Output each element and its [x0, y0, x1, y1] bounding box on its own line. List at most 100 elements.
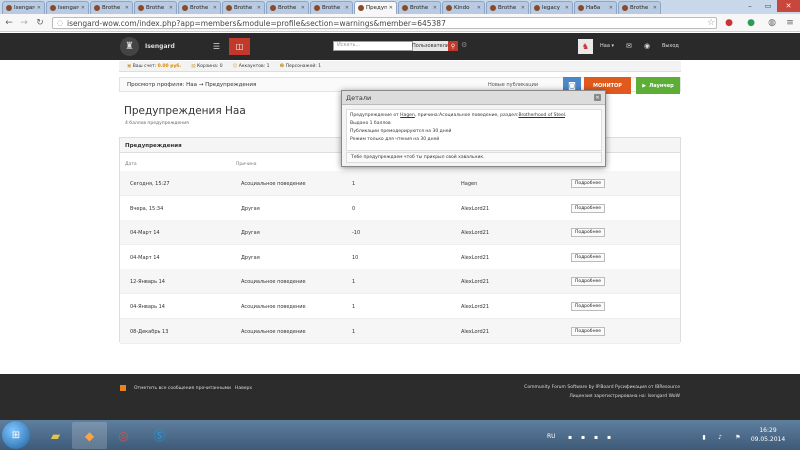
flag-icon[interactable]: ⚑ — [734, 433, 742, 441]
clock[interactable]: 16:29 09.05.2014 — [748, 426, 788, 444]
network-icon[interactable]: ▮ — [700, 433, 708, 441]
search-scope-select[interactable]: Пользователи — [412, 41, 449, 51]
list-icon[interactable]: ☰ — [206, 38, 227, 55]
close-tab-icon[interactable]: ✕ — [301, 5, 305, 11]
back-icon[interactable]: ← — [3, 16, 15, 30]
modal-text: Предупреждение от — [350, 113, 399, 118]
volume-icon[interactable]: ♪ — [716, 433, 724, 441]
details-button[interactable]: Подробнее — [571, 253, 605, 262]
browser-tab[interactable]: Brothe ✕ — [486, 1, 529, 14]
browser-tab[interactable]: Brothe ✕ — [178, 1, 221, 14]
close-tab-icon[interactable]: ✕ — [169, 5, 173, 11]
browser-tab[interactable]: Brothe ✕ — [134, 1, 177, 14]
site-logo[interactable]: ♜ — [120, 37, 139, 56]
star-icon[interactable]: ☆ — [705, 16, 717, 30]
close-tab-icon[interactable]: ✕ — [609, 5, 613, 11]
issuer-link[interactable]: Hagen — [400, 113, 415, 118]
tray-icon[interactable]: ▪ — [605, 433, 613, 441]
warning-issuer[interactable]: Hagen — [461, 181, 477, 187]
game-launcher-icon[interactable]: ◆ — [72, 422, 107, 449]
warning-issuer[interactable]: AlexLord21 — [461, 255, 489, 261]
extension-icon[interactable]: ◍ — [766, 16, 778, 30]
skype-icon[interactable]: Ⓢ — [142, 422, 177, 449]
browser-tab[interactable]: Предуп ✕ — [354, 1, 397, 14]
address-bar[interactable]: ◌ isengard-wow.com/index.php?app=members… — [52, 17, 717, 29]
browser-tab[interactable]: Kindo ✕ — [442, 1, 485, 14]
warning-reason: Асоциальное поведение — [241, 181, 306, 187]
warning-issuer[interactable]: AlexLord21 — [461, 206, 489, 212]
details-button[interactable]: Подробнее — [571, 277, 605, 286]
account-balance[interactable]: ▣ Ваш счет: 0.00 руб. — [127, 64, 181, 69]
warning-issuer[interactable]: AlexLord21 — [461, 230, 489, 236]
extension-icon[interactable]: ● — [723, 16, 735, 30]
close-window-icon[interactable]: ✕ — [777, 0, 800, 12]
start-button[interactable]: ⊞ — [2, 421, 30, 449]
messages-icon[interactable]: ✉ — [626, 42, 632, 50]
modal-line-premod: Публикации премодерируются на 30 дней — [350, 129, 452, 134]
accounts-link[interactable]: ☺ Аккаунтов: 1 — [233, 64, 270, 69]
close-tab-icon[interactable]: ✕ — [433, 5, 437, 11]
mark-read-link[interactable]: Отметить все сообщения прочитанными — [134, 386, 231, 391]
close-tab-icon[interactable]: ✕ — [653, 5, 657, 11]
grid-icon[interactable]: ◫ — [229, 38, 250, 55]
cart-link[interactable]: ▤ Корзина: 0 — [191, 64, 222, 69]
rss-icon[interactable] — [120, 385, 126, 391]
close-tab-icon[interactable]: ✕ — [213, 5, 217, 11]
details-button[interactable]: Подробнее — [571, 179, 605, 188]
logout-link[interactable]: Выход — [662, 43, 679, 49]
browser-tab[interactable]: Brothe ✕ — [222, 1, 265, 14]
close-tab-icon[interactable]: ✕ — [477, 5, 481, 11]
close-tab-icon[interactable]: ✕ — [521, 5, 525, 11]
details-button[interactable]: Подробнее — [571, 228, 605, 237]
tray-icon[interactable]: ▪ — [566, 433, 574, 441]
close-tab-icon[interactable]: ✕ — [257, 5, 261, 11]
avatar[interactable]: ♞ — [578, 39, 593, 54]
reload-icon[interactable]: ↻ — [34, 16, 46, 30]
browser-tab[interactable]: Brothe ✕ — [398, 1, 441, 14]
search-icon[interactable]: ⚲ — [448, 41, 458, 51]
minimize-icon[interactable]: – — [741, 0, 759, 12]
gear-icon[interactable]: ⚙ — [461, 41, 467, 49]
site-name[interactable]: Isengard — [145, 43, 175, 50]
close-icon[interactable]: ✕ — [594, 94, 601, 101]
browser-tab[interactable]: Brothe ✕ — [90, 1, 133, 14]
warning-points: 1 — [352, 329, 356, 335]
close-tab-icon[interactable]: ✕ — [37, 5, 41, 11]
tray-icon[interactable]: ▪ — [579, 433, 587, 441]
browser-tab[interactable]: Brothe ✕ — [266, 1, 309, 14]
browser-tab[interactable]: Наба ✕ — [574, 1, 617, 14]
warning-issuer[interactable]: AlexLord21 — [461, 329, 489, 335]
chrome-icon[interactable]: ◎ — [106, 422, 141, 449]
extension-icon[interactable]: ● — [745, 16, 757, 30]
close-tab-icon[interactable]: ✕ — [345, 5, 349, 11]
close-tab-icon[interactable]: ✕ — [565, 5, 569, 11]
warning-issuer[interactable]: AlexLord21 — [461, 304, 489, 310]
browser-tab[interactable]: Isengard✕ — [46, 1, 89, 14]
browser-tab[interactable]: Isengard✕ — [2, 1, 45, 14]
new-posts-link[interactable]: Новые публикации — [488, 82, 538, 88]
close-tab-icon[interactable]: ✕ — [81, 5, 85, 11]
details-button[interactable]: Подробнее — [571, 327, 605, 336]
breadcrumb[interactable]: Просмотр профиля: Наа → Предупреждения — [127, 82, 256, 88]
language-indicator[interactable]: RU — [547, 433, 556, 440]
maximize-icon[interactable]: ▭ — [759, 0, 777, 12]
section-link[interactable]: Brotherhood of Steel — [518, 113, 565, 118]
details-button[interactable]: Подробнее — [571, 302, 605, 311]
menu-icon[interactable]: ≡ — [784, 16, 796, 30]
launcher-button[interactable]: ▶ Лаунчер — [636, 77, 680, 94]
tray-icon[interactable]: ▪ — [592, 433, 600, 441]
close-tab-icon[interactable]: ✕ — [389, 5, 393, 11]
notifications-icon[interactable]: ◉ — [644, 42, 650, 50]
forward-icon[interactable]: → — [18, 16, 30, 30]
browser-tab[interactable]: legacy ✕ — [530, 1, 573, 14]
back-to-top-link[interactable]: Наверх — [235, 386, 252, 391]
characters-link[interactable]: ☻ Персонажей: 1 — [279, 64, 321, 69]
details-button[interactable]: Подробнее — [571, 204, 605, 213]
explorer-icon[interactable]: ▰ — [38, 422, 73, 449]
warning-issuer[interactable]: AlexLord21 — [461, 279, 489, 285]
user-menu[interactable]: Наа ▾ — [600, 43, 614, 49]
browser-tab[interactable]: Brothe ✕ — [310, 1, 353, 14]
close-tab-icon[interactable]: ✕ — [125, 5, 129, 11]
browser-tab[interactable]: Brothe ✕ — [618, 1, 661, 14]
search-input[interactable]: Искать... — [333, 41, 413, 51]
